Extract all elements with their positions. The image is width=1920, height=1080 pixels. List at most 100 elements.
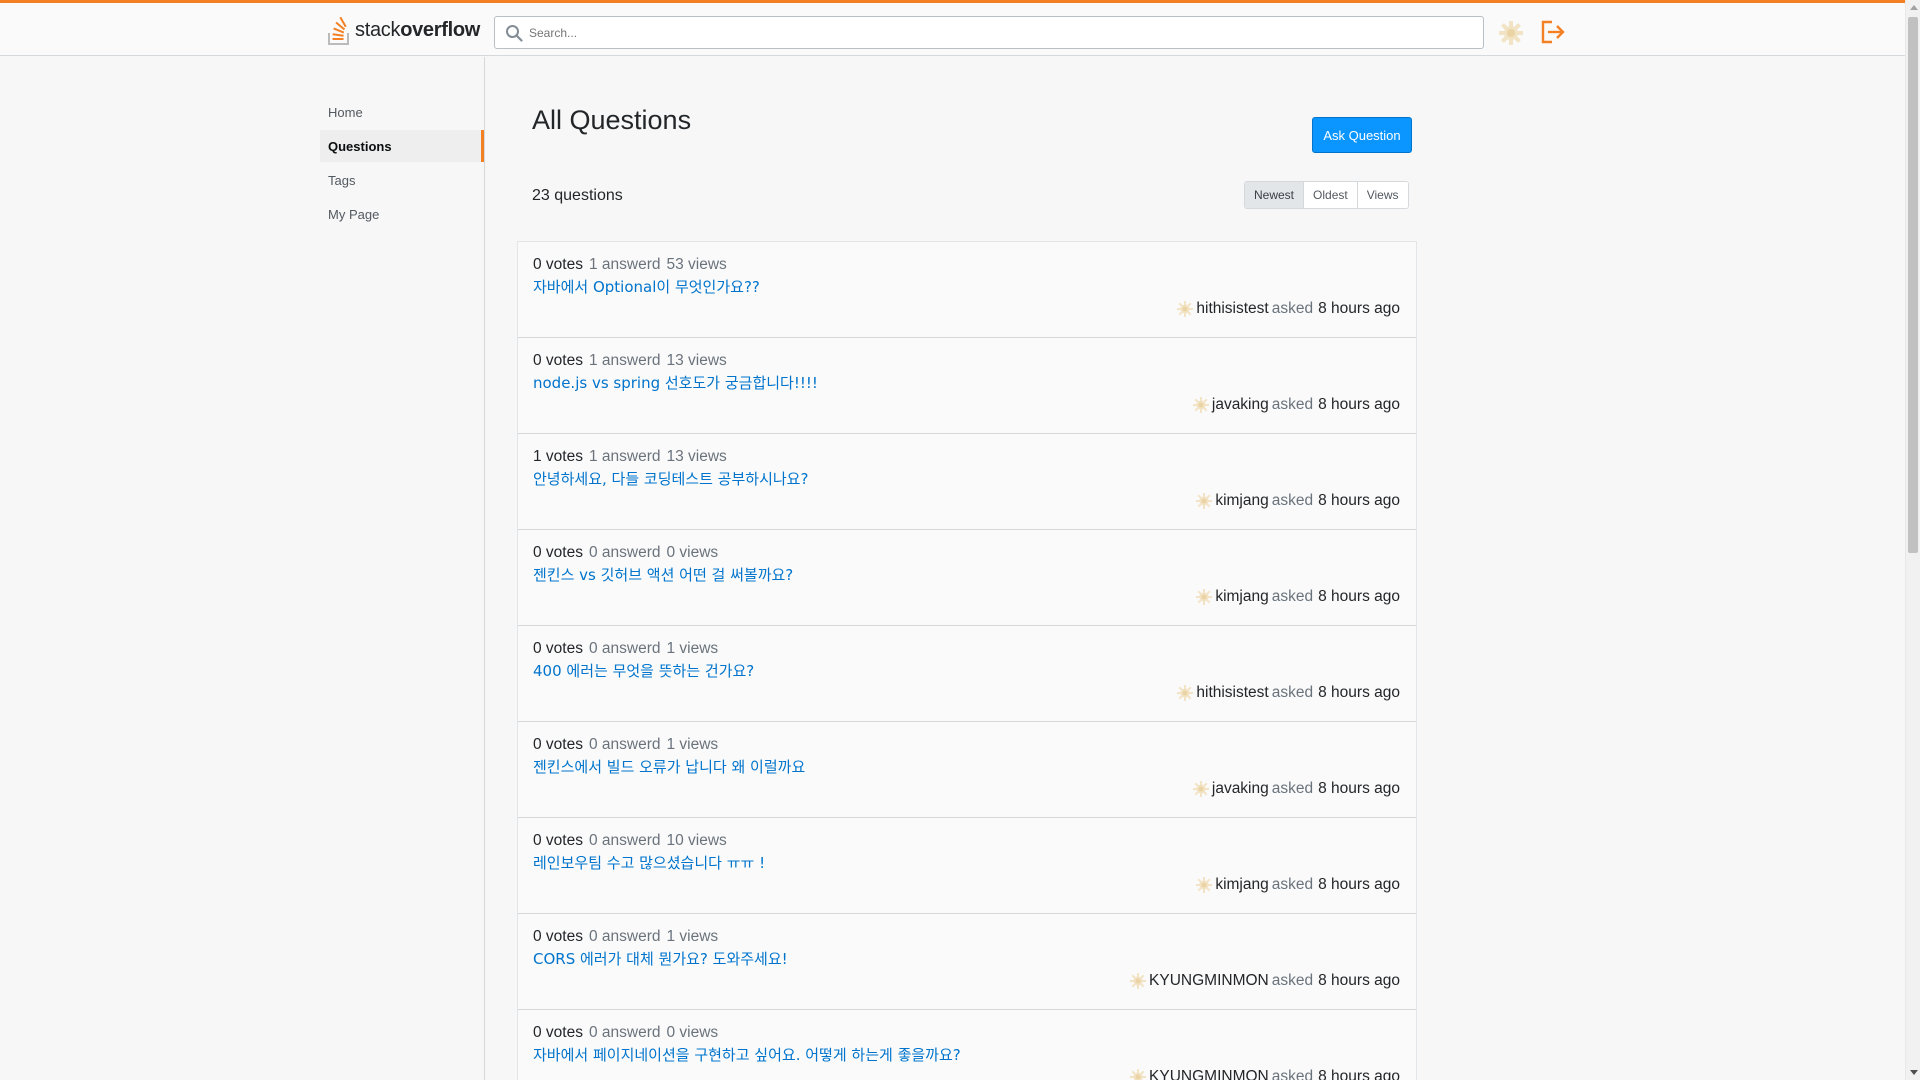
answer-count: 0 answerd — [588, 640, 661, 657]
asked-time: 8 hours ago — [1318, 588, 1400, 605]
question-meta: javaking asked 8 hours ago — [1192, 396, 1400, 414]
search-box[interactable] — [494, 16, 1484, 49]
question-item: 0 votes 0 answerd 1 views 400 에러는 무엇을 뜻하는 건… — [518, 626, 1416, 722]
question-title-link[interactable]: 레인보우팀 수고 많으셨습니다 ㅠㅠ ! — [533, 852, 765, 873]
user-avatar-icon[interactable] — [1195, 588, 1213, 606]
vote-count: 0 votes — [533, 640, 583, 657]
question-meta: hithisistest asked 8 hours ago — [1176, 684, 1400, 702]
view-count: 1 views — [666, 928, 719, 945]
asked-time: 8 hours ago — [1318, 1068, 1400, 1080]
asked-time: 8 hours ago — [1318, 972, 1400, 989]
question-meta: hithisistest asked 8 hours ago — [1176, 300, 1400, 318]
sidebar-item-tags[interactable]: Tags — [320, 164, 484, 196]
asked-time: 8 hours ago — [1318, 876, 1400, 893]
search-input[interactable] — [529, 19, 1429, 46]
author-name[interactable]: javaking — [1212, 396, 1269, 414]
question-title-link[interactable]: 자바에서 Optional이 무엇인가요?? — [533, 276, 760, 297]
question-title-link[interactable]: 자바에서 페이지네이션을 구현하고 싶어요. 어떻게 하는게 좋을까요? — [533, 1044, 961, 1065]
vote-count: 1 votes — [533, 448, 583, 465]
user-avatar-icon[interactable] — [1176, 684, 1194, 702]
sort-newest-button[interactable]: Newest — [1245, 182, 1305, 208]
user-avatar-icon[interactable] — [1129, 972, 1147, 990]
author-name[interactable]: kimjang — [1215, 588, 1268, 606]
question-item: 0 votes 1 answerd 53 views 자바에서 Optional이 무… — [518, 242, 1416, 338]
sidebar-item-questions[interactable]: Questions — [320, 130, 484, 162]
question-meta: kimjang asked 8 hours ago — [1195, 492, 1400, 510]
view-count: 53 views — [666, 256, 727, 273]
question-list: 0 votes 1 answerd 53 views 자바에서 Optional이 무… — [517, 241, 1417, 1080]
user-avatar-icon[interactable] — [1192, 780, 1210, 798]
question-title-link[interactable]: 안녕하세요, 다들 코딩테스트 공부하시나요? — [533, 468, 808, 489]
question-meta: javaking asked 8 hours ago — [1192, 780, 1400, 798]
site-logo[interactable]: stackoverflow — [327, 12, 480, 48]
user-avatar-icon[interactable] — [1176, 300, 1194, 318]
vote-count: 0 votes — [533, 256, 583, 273]
vote-count: 0 votes — [533, 736, 583, 753]
question-meta: kimjang asked 8 hours ago — [1195, 876, 1400, 894]
view-count: 1 views — [666, 640, 719, 657]
question-title-link[interactable]: 400 에러는 무엇을 뜻하는 건가요? — [533, 660, 754, 681]
answer-count: 0 answerd — [588, 928, 661, 945]
author-name[interactable]: kimjang — [1215, 492, 1268, 510]
author-name[interactable]: hithisistest — [1196, 300, 1268, 318]
vote-count: 0 votes — [533, 352, 583, 369]
user-avatar-icon[interactable] — [1195, 492, 1213, 510]
user-avatar-icon[interactable] — [1129, 1068, 1147, 1080]
sidebar-item-my-page[interactable]: My Page — [320, 198, 484, 230]
question-title-link[interactable]: CORS 에러가 대체 뭔가요? 도와주세요! — [533, 948, 788, 969]
question-stats: 0 votes 0 answerd 0 views — [533, 544, 718, 562]
question-stats: 0 votes 0 answerd 1 views — [533, 736, 718, 754]
page-scrollbar[interactable] — [1905, 0, 1920, 1080]
question-item: 0 votes 0 answerd 10 views 레인보우팀 수고 많으셨습니다 … — [518, 818, 1416, 914]
question-title-link[interactable]: node.js vs spring 선호도가 궁금합니다!!!! — [533, 372, 818, 393]
asked-time: 8 hours ago — [1318, 492, 1400, 509]
vote-count: 0 votes — [533, 928, 583, 945]
author-name[interactable]: javaking — [1212, 780, 1269, 798]
question-item: 0 votes 0 answerd 0 views 자바에서 페이지네이션을 구현하고… — [518, 1010, 1416, 1080]
asked-time: 8 hours ago — [1318, 396, 1400, 413]
view-count: 13 views — [666, 352, 727, 369]
scroll-up-arrow-icon[interactable] — [1906, 0, 1920, 15]
author-name[interactable]: kimjang — [1215, 876, 1268, 894]
user-avatar-icon[interactable] — [1496, 19, 1526, 47]
asked-label: asked — [1271, 1068, 1314, 1080]
question-stats: 0 votes 1 answerd 13 views — [533, 352, 727, 370]
sidebar-item-home[interactable]: Home — [320, 96, 484, 128]
question-title-link[interactable]: 젠킨스에서 빌드 오류가 납니다 왜 이럴까요 — [533, 756, 805, 777]
asked-label: asked — [1271, 492, 1314, 509]
asked-label: asked — [1271, 588, 1314, 605]
author-name[interactable]: KYUNGMINMON — [1149, 972, 1269, 990]
view-count: 13 views — [666, 448, 727, 465]
asked-label: asked — [1271, 396, 1314, 413]
asked-label: asked — [1271, 684, 1314, 701]
answer-count: 0 answerd — [588, 544, 661, 561]
logout-icon[interactable] — [1538, 18, 1566, 46]
vote-count: 0 votes — [533, 832, 583, 849]
search-icon — [499, 18, 529, 48]
question-stats: 0 votes 0 answerd 1 views — [533, 928, 718, 946]
asked-label: asked — [1271, 876, 1314, 893]
scroll-down-arrow-icon[interactable] — [1906, 1065, 1920, 1080]
asked-label: asked — [1271, 300, 1314, 317]
question-stats: 0 votes 0 answerd 0 views — [533, 1024, 718, 1042]
question-item: 0 votes 0 answerd 1 views 젠킨스에서 빌드 오류가 납니다 … — [518, 722, 1416, 818]
user-avatar-icon[interactable] — [1195, 876, 1213, 894]
question-title-link[interactable]: 젠킨스 vs 깃허브 액션 어떤 걸 써볼까요? — [533, 564, 793, 585]
asked-time: 8 hours ago — [1318, 780, 1400, 797]
asked-time: 8 hours ago — [1318, 684, 1400, 701]
view-count: 10 views — [666, 832, 727, 849]
scrollbar-thumb[interactable] — [1908, 17, 1918, 553]
question-stats: 0 votes 0 answerd 1 views — [533, 640, 718, 658]
question-item: 1 votes 1 answerd 13 views 안녕하세요, 다들 코딩테스트 … — [518, 434, 1416, 530]
sort-views-button[interactable]: Views — [1357, 182, 1408, 208]
view-count: 0 views — [666, 1024, 719, 1041]
top-bar: stackoverflow — [0, 0, 1905, 56]
answer-count: 0 answerd — [588, 736, 661, 753]
sort-oldest-button[interactable]: Oldest — [1304, 182, 1358, 208]
ask-question-button[interactable]: Ask Question — [1312, 117, 1412, 153]
author-name[interactable]: KYUNGMINMON — [1149, 1068, 1269, 1080]
author-name[interactable]: hithisistest — [1196, 684, 1268, 702]
question-meta: kimjang asked 8 hours ago — [1195, 588, 1400, 606]
user-avatar-icon[interactable] — [1192, 396, 1210, 414]
left-sidebar: Home Questions Tags My Page — [0, 57, 485, 1080]
